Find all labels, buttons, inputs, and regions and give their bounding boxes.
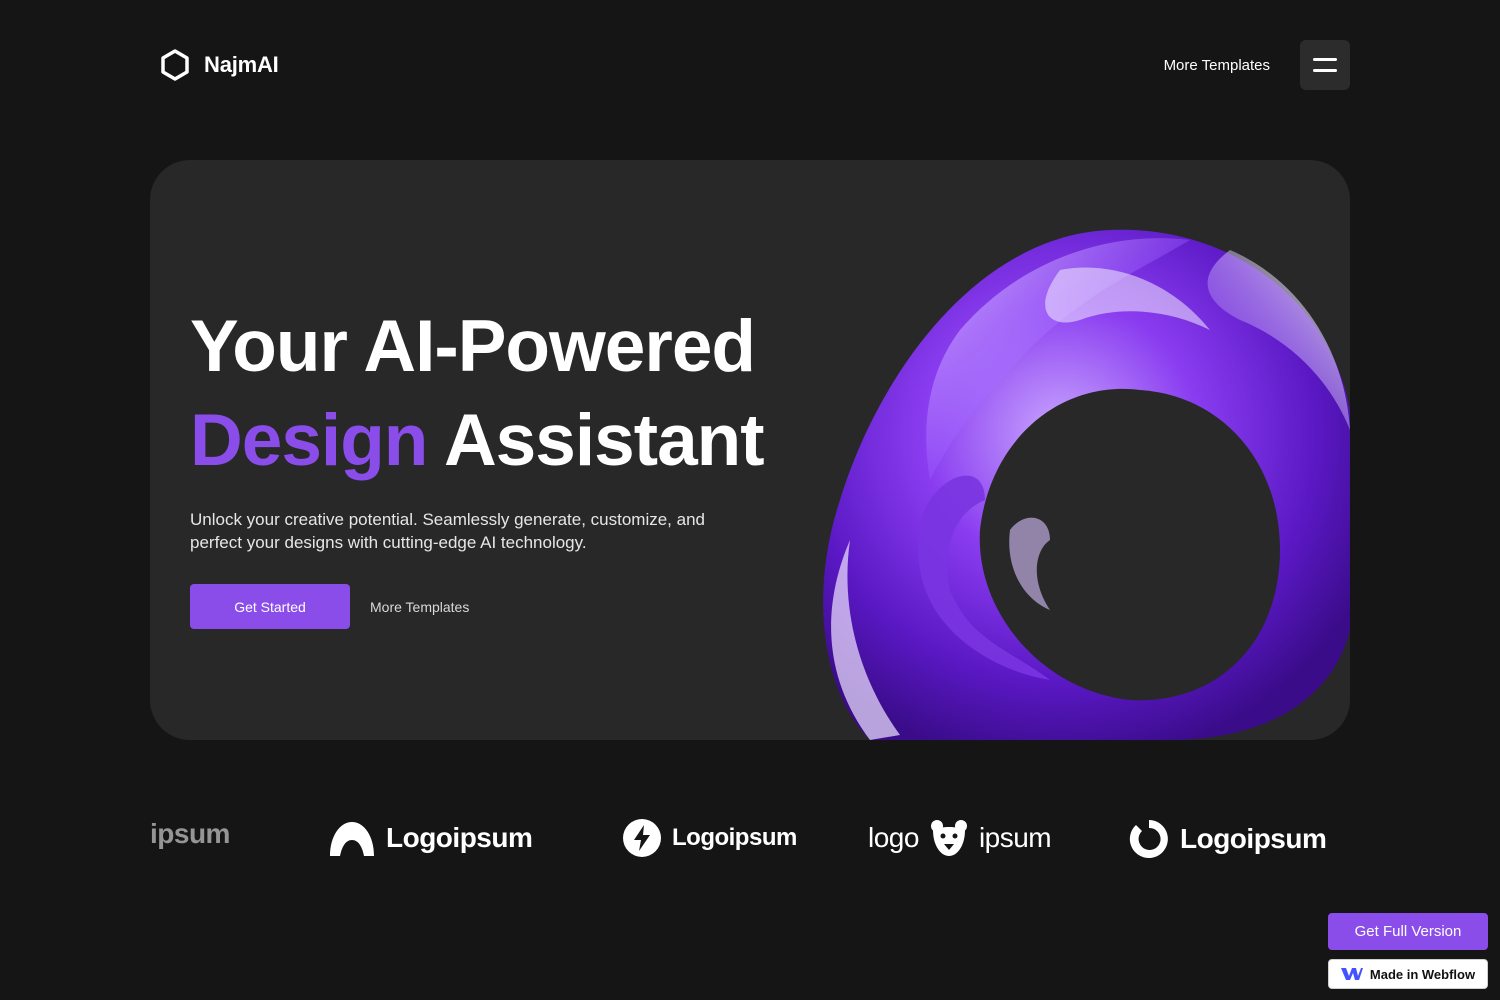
- purple-glass-ring-image: [823, 229, 1350, 740]
- partner-logo-3: logo ipsum: [868, 818, 1052, 858]
- hero-headline: Your AI-Powered Design Assistant: [190, 300, 810, 488]
- bolt-icon: [623, 819, 661, 857]
- logo-strip: ipsum Logoipsum Logoipsum logo ipsum Log…: [150, 800, 1350, 880]
- bear-icon: [930, 820, 967, 856]
- nav-actions: More Templates: [1164, 40, 1350, 90]
- ring-icon: [1129, 820, 1168, 858]
- hero-text: Your AI-Powered Design Assistant Unlock …: [190, 300, 810, 629]
- page: NajmAI More Templates Your AI-Powered De…: [0, 0, 1500, 1000]
- get-full-version-button[interactable]: Get Full Version: [1328, 913, 1488, 950]
- headline-rest: Assistant: [427, 400, 765, 481]
- partner-logo-1: Logoipsum: [328, 818, 533, 858]
- logo-text: ipsum: [150, 818, 230, 849]
- hero-subtitle: Unlock your creative potential. Seamless…: [190, 510, 705, 552]
- menu-button[interactable]: [1300, 40, 1350, 90]
- hamburger-icon-line: [1313, 69, 1337, 72]
- arch-icon: [330, 822, 374, 856]
- headline-line-1: Your AI-Powered: [190, 306, 756, 387]
- brand-name: NajmAI: [204, 52, 279, 77]
- webflow-label: Made in Webflow: [1369, 966, 1476, 982]
- logo-text: Logoipsum: [672, 824, 797, 851]
- brand-logo[interactable]: NajmAI: [150, 49, 279, 81]
- hamburger-icon: [1313, 58, 1337, 61]
- get-started-button[interactable]: Get Started: [190, 584, 350, 629]
- hexagon-icon: [161, 49, 189, 81]
- logo-text-right: ipsum: [978, 822, 1052, 853]
- logo-text: Logoipsum: [1180, 823, 1327, 854]
- logo-text: Logoipsum: [386, 822, 533, 853]
- more-templates-button[interactable]: More Templates: [370, 599, 469, 615]
- partner-logo-2: Logoipsum: [622, 818, 797, 858]
- logo-text-left: logo: [868, 822, 919, 853]
- partner-logo-0: ipsum: [150, 818, 230, 850]
- webflow-icon: [1340, 968, 1363, 980]
- partner-logo-4: Logoipsum: [1128, 818, 1327, 860]
- hero-card: Your AI-Powered Design Assistant Unlock …: [150, 160, 1350, 740]
- made-in-webflow-badge[interactable]: Made in Webflow: [1328, 959, 1488, 989]
- cta-row: Get Started More Templates: [190, 584, 810, 629]
- headline-accent: Design: [190, 400, 428, 481]
- more-templates-link[interactable]: More Templates: [1164, 57, 1270, 74]
- top-nav: NajmAI More Templates: [150, 40, 1350, 90]
